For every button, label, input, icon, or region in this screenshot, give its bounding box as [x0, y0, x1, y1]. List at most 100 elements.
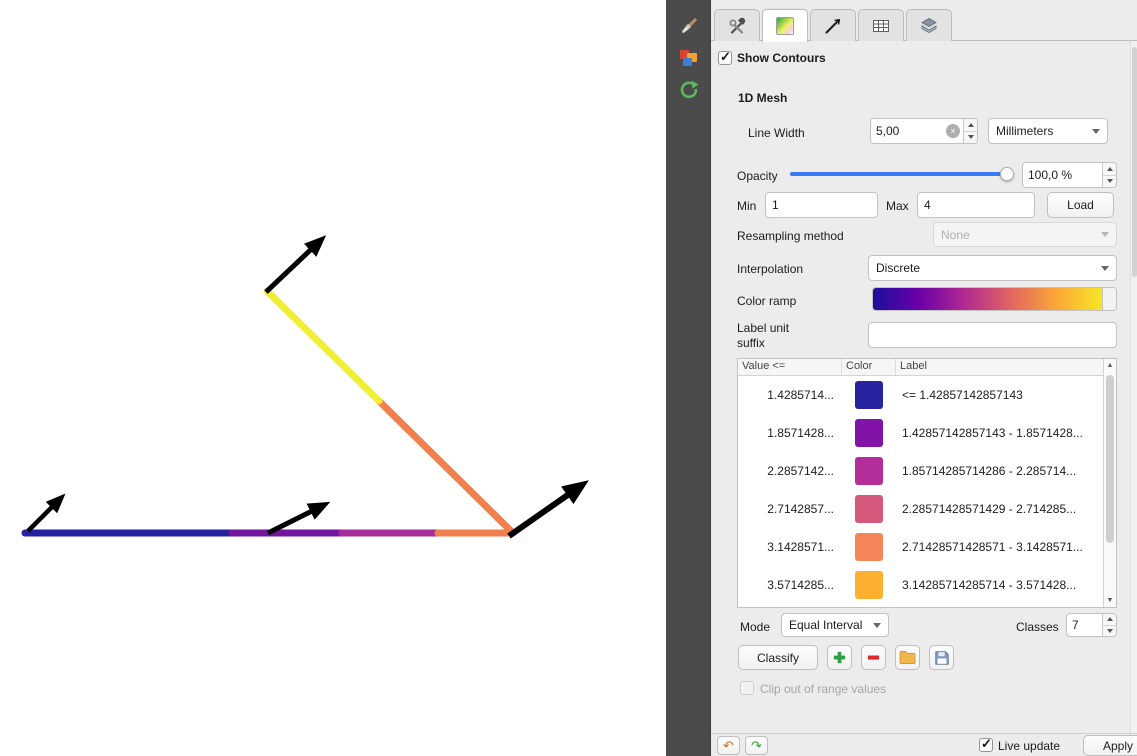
reload-icon [678, 79, 700, 101]
row-label[interactable]: 2.28571428571429 - 2.714285... [896, 502, 1103, 516]
panel-scrollbar-thumb[interactable] [1132, 47, 1137, 277]
check-icon: ✓ [981, 736, 992, 752]
gradient-icon [776, 17, 794, 35]
resampling-dropdown: None [933, 222, 1117, 247]
classes-spinbox[interactable] [1066, 613, 1117, 637]
map-canvas[interactable] [0, 0, 666, 756]
save-classes-button[interactable] [929, 645, 954, 670]
add-class-button[interactable] [827, 645, 852, 670]
row-color-swatch[interactable] [855, 495, 883, 523]
table-row[interactable]: 1.8571428... 1.42857142857143 - 1.857142… [738, 414, 1103, 452]
chevron-down-icon [873, 623, 881, 628]
classes-input[interactable] [1067, 614, 1102, 636]
table-row[interactable]: 1.4285714... <= 1.42857142857143 [738, 376, 1103, 414]
remove-class-button[interactable] [861, 645, 886, 670]
table-row[interactable]: 2.7142857... 2.28571428571429 - 2.714285… [738, 490, 1103, 528]
color-ramp-label: Color ramp [737, 294, 796, 308]
clear-icon[interactable]: × [946, 124, 960, 138]
row-color-swatch[interactable] [855, 419, 883, 447]
brush-icon [678, 15, 700, 37]
opacity-slider-handle[interactable] [1000, 167, 1014, 181]
undo-button[interactable]: ↶ [717, 736, 740, 755]
panel-scrollbar[interactable] [1130, 41, 1137, 733]
tools-icon [727, 16, 747, 36]
color-ramp-preview[interactable] [873, 288, 1102, 310]
row-label[interactable]: 3.14285714285714 - 3.571428... [896, 578, 1103, 592]
row-color-swatch[interactable] [855, 533, 883, 561]
style-manager-button[interactable] [676, 45, 702, 71]
color-ramp-button[interactable] [872, 287, 1117, 311]
tab-stacked-mesh[interactable] [906, 9, 952, 41]
load-button[interactable]: Load [1047, 192, 1114, 218]
row-value[interactable]: 1.8571428... [738, 426, 842, 440]
color-ramp-menu-arrow[interactable] [1102, 288, 1116, 310]
classify-button[interactable]: Classify [738, 645, 818, 670]
line-width-step-up[interactable] [964, 119, 977, 132]
tab-general-settings[interactable] [714, 9, 760, 41]
line-width-step-down[interactable] [964, 132, 977, 144]
live-update-checkbox[interactable]: ✓ [979, 738, 993, 752]
min-input[interactable] [765, 192, 878, 218]
interpolation-dropdown[interactable]: Discrete [868, 255, 1117, 281]
load-classes-button[interactable] [895, 645, 920, 670]
show-contours-checkbox[interactable]: ✓ [718, 51, 732, 65]
scroll-up-icon[interactable]: ▲ [1104, 359, 1116, 372]
table-scrollbar[interactable]: ▲ ▼ [1103, 359, 1116, 607]
line-width-input[interactable] [871, 119, 946, 143]
tab-contours[interactable] [762, 9, 808, 42]
opacity-input[interactable] [1023, 163, 1102, 187]
opacity-slider[interactable] [790, 167, 1014, 181]
header-value: Value <= [738, 359, 842, 375]
min-label: Min [737, 199, 756, 213]
row-value[interactable]: 2.2857142... [738, 464, 842, 478]
row-value[interactable]: 3.1428571... [738, 540, 842, 554]
opacity-spinbox[interactable] [1022, 162, 1117, 188]
layer-styling-panel: ✓ Show Contours 1D Mesh Line Width × Mil… [711, 0, 1137, 756]
row-value[interactable]: 1.4285714... [738, 388, 842, 402]
max-input[interactable] [917, 192, 1035, 218]
table-row[interactable]: 3.5714285... 3.14285714285714 - 3.571428… [738, 566, 1103, 604]
line-width-spinbox[interactable]: × [870, 118, 978, 144]
chevron-down-icon [1092, 129, 1100, 134]
chevron-down-icon [1101, 232, 1109, 237]
tab-vectors[interactable] [810, 9, 856, 41]
table-row[interactable]: 3.1428571... 2.71428571428571 - 3.142857… [738, 528, 1103, 566]
opacity-label: Opacity [737, 169, 778, 183]
line-width-label: Line Width [748, 126, 805, 140]
app-window: ✓ Show Contours 1D Mesh Line Width × Mil… [0, 0, 1137, 756]
scroll-down-icon[interactable]: ▼ [1104, 594, 1116, 607]
mode-dropdown[interactable]: Equal Interval [781, 613, 889, 637]
label-unit-suffix-label: Label unit suffix [737, 321, 817, 351]
row-color-swatch[interactable] [855, 571, 883, 599]
row-label[interactable]: 1.85714285714286 - 2.285714... [896, 464, 1103, 478]
table-row[interactable]: 2.2857142... 1.85714285714286 - 2.285714… [738, 452, 1103, 490]
resampling-label: Resampling method [737, 229, 844, 243]
redo-button[interactable]: ↷ [745, 736, 768, 755]
clip-label: Clip out of range values [760, 682, 886, 696]
tab-mesh-frame[interactable] [858, 9, 904, 41]
row-label[interactable]: 1.42857142857143 - 1.8571428... [896, 426, 1103, 440]
row-color-swatch[interactable] [855, 457, 883, 485]
row-label[interactable]: 2.71428571428571 - 3.1428571... [896, 540, 1103, 554]
plus-icon [832, 650, 847, 665]
classes-step-down[interactable] [1103, 626, 1116, 637]
folder-icon [899, 650, 916, 665]
symbology-tab-button[interactable] [676, 13, 702, 39]
label-unit-suffix-input[interactable] [868, 322, 1117, 348]
row-color-swatch[interactable] [855, 381, 883, 409]
line-width-unit-dropdown[interactable]: Millimeters [988, 118, 1108, 144]
classes-step-up[interactable] [1103, 614, 1116, 626]
opacity-step-up[interactable] [1103, 163, 1116, 176]
max-label: Max [886, 199, 909, 213]
row-value[interactable]: 2.7142857... [738, 502, 842, 516]
row-value[interactable]: 3.5714285... [738, 578, 842, 592]
header-label: Label [896, 359, 1103, 375]
header-color: Color [842, 359, 896, 375]
redo-icon: ↷ [751, 739, 762, 752]
opacity-step-down[interactable] [1103, 176, 1116, 188]
table-scrollbar-thumb[interactable] [1106, 375, 1114, 543]
apply-button[interactable]: Apply [1083, 735, 1137, 756]
save-icon [934, 650, 950, 666]
history-button[interactable] [676, 77, 702, 103]
row-label[interactable]: <= 1.42857142857143 [896, 388, 1103, 402]
